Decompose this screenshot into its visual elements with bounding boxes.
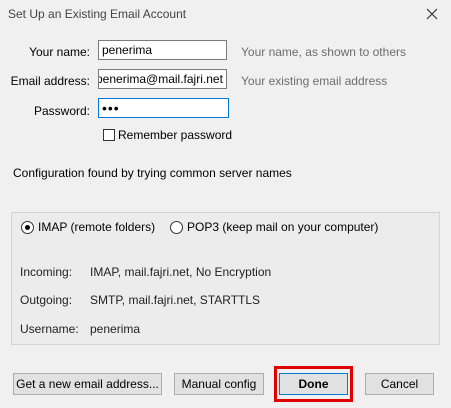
done-button-highlight [274,366,353,402]
close-icon[interactable] [423,5,441,23]
your-name-input[interactable]: penerima [98,40,227,60]
pop3-radio-label[interactable]: POP3 (keep mail on your computer) [187,220,378,234]
incoming-label: Incoming: [20,265,73,279]
incoming-value: IMAP, mail.fajri.net, No Encryption [90,265,272,279]
password-input[interactable]: ••• [98,98,229,118]
username-value: penerima [90,322,141,336]
outgoing-value: SMTP, mail.fajri.net, STARTTLS [90,293,261,307]
imap-radio[interactable] [21,221,34,234]
remember-password-label[interactable]: Remember password [118,128,232,142]
pop3-radio[interactable] [170,221,183,234]
setup-email-dialog: Set Up an Existing Email Account Your na… [0,0,451,408]
imap-radio-label[interactable]: IMAP (remote folders) [38,220,155,234]
email-hint: Your existing email address [241,74,388,88]
your-name-label: Your name: [29,45,90,59]
password-label: Password: [33,104,90,118]
email-input[interactable]: penerima@mail.fajri.net [98,69,227,89]
server-config-panel: IMAP (remote folders) POP3 (keep mail on… [11,212,440,345]
email-label: Email address: [10,74,90,88]
manual-config-button[interactable]: Manual config [174,373,264,395]
username-label: Username: [20,322,79,336]
cancel-button[interactable]: Cancel [365,373,434,395]
title-bar: Set Up an Existing Email Account [0,0,451,30]
remember-password-checkbox[interactable] [103,129,115,141]
radio-selected-dot [25,225,30,230]
get-new-email-button[interactable]: Get a new email address... [13,373,162,395]
outgoing-label: Outgoing: [20,293,73,307]
your-name-hint: Your name, as shown to others [241,45,406,59]
configuration-status-message: Configuration found by trying common ser… [13,166,292,180]
dialog-title: Set Up an Existing Email Account [8,7,187,21]
